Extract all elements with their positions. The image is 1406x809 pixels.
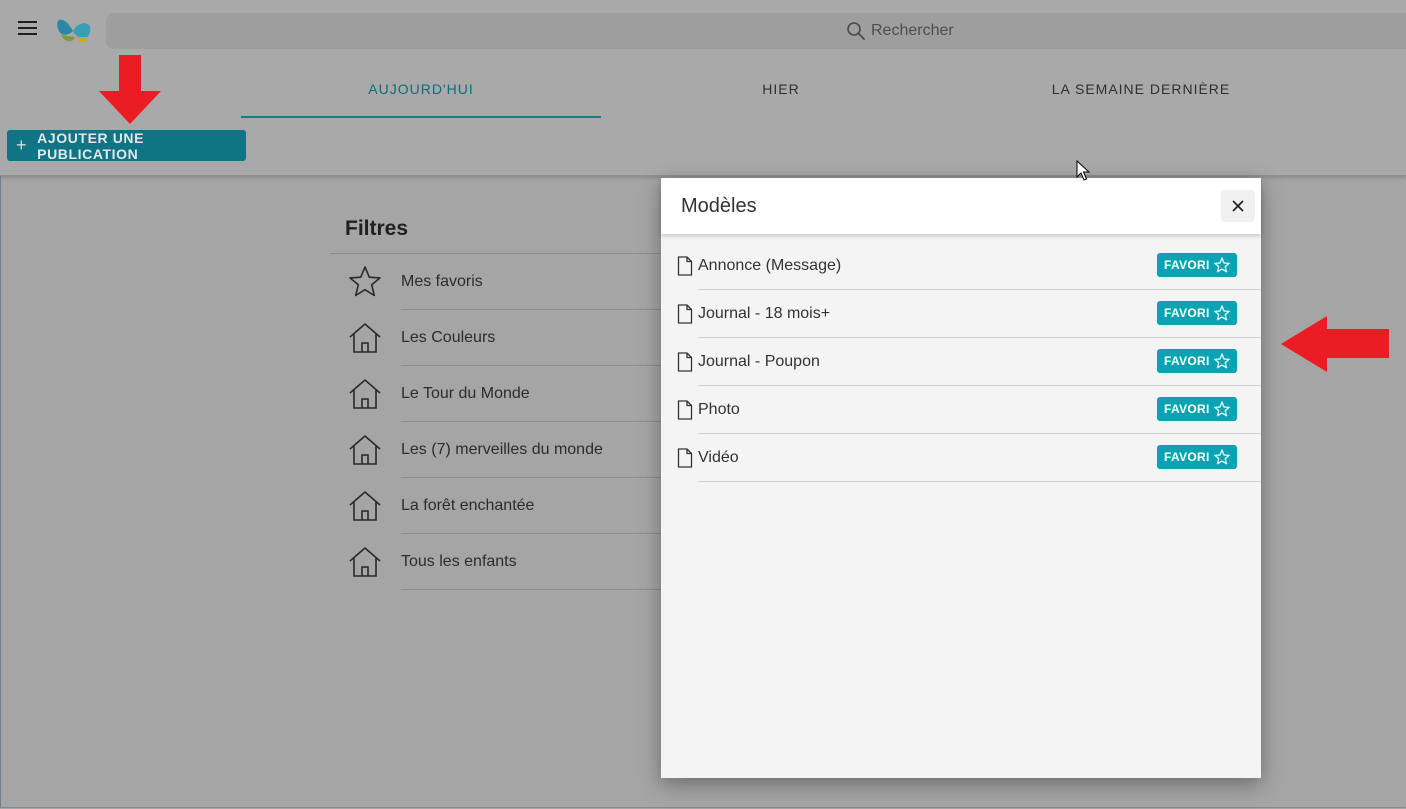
template-item[interactable]: Vidéo FAVORI (661, 434, 1261, 482)
top-bar: Rechercher (0, 0, 1406, 60)
star-icon (1214, 449, 1230, 465)
date-tabs: AUJOURD'HUI HIER LA SEMAINE DERNIÈRE (0, 60, 1406, 119)
favorite-label: FAVORI (1164, 402, 1210, 416)
star-icon (349, 266, 381, 297)
document-icon (677, 304, 693, 324)
favorite-button[interactable]: FAVORI (1157, 397, 1237, 421)
filter-label: La forêt enchantée (401, 497, 535, 514)
star-icon (1214, 305, 1230, 321)
filter-item-group[interactable]: Les (7) merveilles du monde (330, 422, 670, 478)
favorite-button[interactable]: FAVORI (1157, 349, 1237, 373)
tab-last-week[interactable]: LA SEMAINE DERNIÈRE (961, 60, 1321, 118)
mouse-cursor-icon (1076, 160, 1090, 181)
document-icon (677, 256, 693, 276)
menu-icon[interactable] (18, 21, 40, 39)
template-name: Journal - 18 mois+ (698, 305, 831, 322)
tab-today[interactable]: AUJOURD'HUI (241, 60, 601, 118)
action-bar: + AJOUTER UNE PUBLICATION (0, 118, 1406, 176)
modal-header: Modèles (661, 178, 1261, 234)
star-icon (1214, 353, 1230, 369)
templates-list: Annonce (Message) FAVORI Journal - 18 mo… (661, 242, 1261, 482)
star-icon (1214, 257, 1230, 273)
butterfly-logo-icon[interactable] (53, 13, 95, 47)
filter-item-group[interactable]: Les Couleurs (330, 310, 670, 366)
filter-label: Les (7) merveilles du monde (401, 441, 603, 458)
search-icon (847, 22, 865, 40)
filters-title: Filtres (345, 217, 409, 240)
template-item[interactable]: Annonce (Message) FAVORI (661, 242, 1261, 290)
tab-yesterday[interactable]: HIER (601, 60, 961, 118)
template-name: Vidéo (698, 449, 739, 466)
filter-label: Les Couleurs (401, 329, 496, 346)
document-icon (677, 352, 693, 372)
add-publication-label: AJOUTER UNE PUBLICATION (37, 129, 145, 162)
add-publication-button[interactable]: + AJOUTER UNE PUBLICATION (7, 129, 246, 162)
home-icon (349, 323, 381, 353)
templates-modal: Modèles Annonce (Message) FAVORI Journal… (661, 178, 1261, 778)
annotation-arrow-down-icon (99, 55, 161, 124)
template-item[interactable]: Journal - 18 mois+ FAVORI (661, 290, 1261, 338)
favorite-label: FAVORI (1164, 450, 1210, 464)
close-button[interactable] (1221, 190, 1255, 222)
favorite-button[interactable]: FAVORI (1157, 253, 1237, 277)
search-input[interactable]: Rechercher (871, 22, 954, 40)
filter-label: Mes favoris (401, 273, 483, 290)
template-name: Journal - Poupon (698, 353, 820, 370)
favorite-button[interactable]: FAVORI (1157, 445, 1237, 469)
search-bar[interactable]: Rechercher (106, 13, 1406, 49)
template-name: Annonce (Message) (698, 257, 842, 274)
filter-item-favorites[interactable]: Mes favoris (330, 254, 670, 310)
filter-item-group[interactable]: Tous les enfants (330, 534, 670, 590)
template-item[interactable]: Journal - Poupon FAVORI (661, 338, 1261, 386)
home-icon (349, 435, 381, 465)
favorite-label: FAVORI (1164, 306, 1210, 320)
template-name: Photo (698, 401, 740, 418)
document-icon (677, 400, 693, 420)
filter-item-group[interactable]: La forêt enchantée (330, 478, 670, 534)
plus-icon: + (16, 135, 28, 155)
document-icon (677, 448, 693, 468)
modal-title: Modèles (681, 195, 757, 217)
filter-item-group[interactable]: Le Tour du Monde (330, 366, 670, 422)
home-icon (349, 547, 381, 577)
favorite-label: FAVORI (1164, 354, 1210, 368)
filter-label: Tous les enfants (401, 553, 517, 570)
filter-label: Le Tour du Monde (401, 385, 530, 402)
favorite-button[interactable]: FAVORI (1157, 301, 1237, 325)
star-icon (1214, 401, 1230, 417)
home-icon (349, 491, 381, 521)
template-item[interactable]: Photo FAVORI (661, 386, 1261, 434)
favorite-label: FAVORI (1164, 258, 1210, 272)
close-icon (1232, 200, 1244, 212)
filters-panel: Filtres Mes favoris Les Couleurs Le Tour… (330, 210, 670, 590)
home-icon (349, 379, 381, 409)
annotation-arrow-left-icon (1281, 316, 1389, 372)
